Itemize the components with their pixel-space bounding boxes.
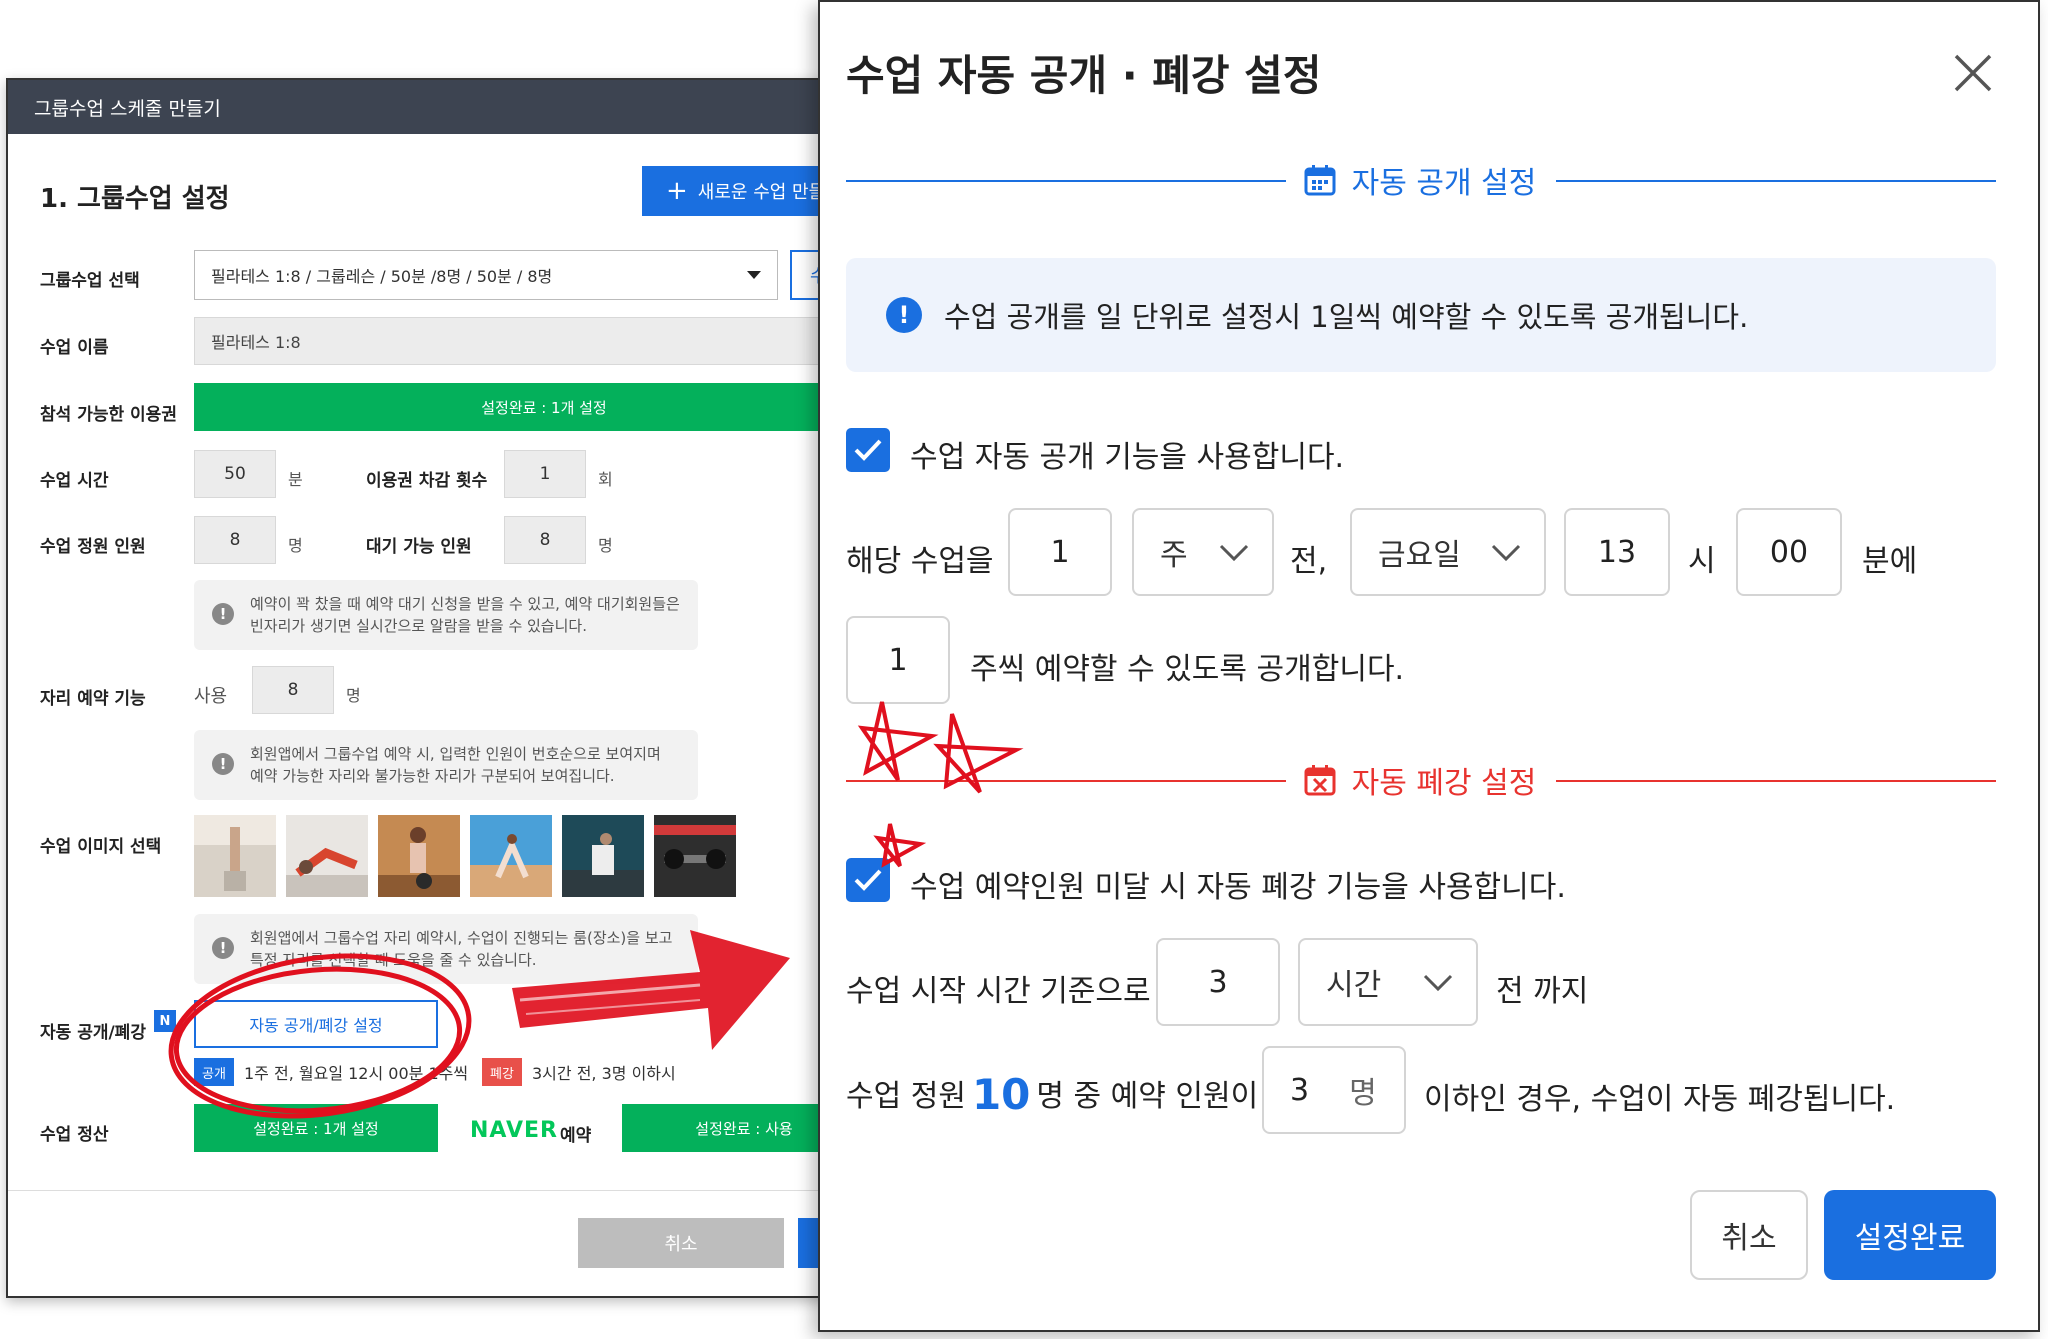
star-mark xyxy=(933,713,1024,794)
auto-open-close-button-label: 자동 공개/폐강 설정 xyxy=(249,1016,383,1035)
new-class-button[interactable]: + 새로운 수업 만들 xyxy=(642,166,842,216)
seat-label: 자리 예약 기능 xyxy=(40,689,146,709)
class-select-value: 필라테스 1:8 / 그룹레슨 / 50분 /8명 / 50분 / 8명 xyxy=(211,267,553,286)
seat-use-label: 사용 xyxy=(194,686,228,707)
info-icon: ! xyxy=(212,937,234,959)
section-title: 1. 그룹수업 설정 xyxy=(40,184,230,214)
waitlist-info-line: 예약이 꽉 찼을 때 예약 대기 신청을 받을 수 있고, 예약 대기회원들은 xyxy=(250,595,680,613)
seat-value: 8 xyxy=(287,680,299,700)
window-title: 그룹수업 스케줄 만들기 xyxy=(34,97,221,120)
waitlist-unit: 명 xyxy=(598,536,613,555)
pass-setting-bar[interactable]: 설정완료 : 1개 설정 xyxy=(194,383,894,431)
duration-value: 50 xyxy=(224,464,246,484)
info-icon: ! xyxy=(212,753,234,775)
auto-open-close-modal: 수업 자동 공개 · 폐강 설정 자동 공개 설정 ! 수업 공개를 일 단위로… xyxy=(818,0,2040,1332)
seat-info-line: 예약 가능한 자리와 불가능한 자리가 구분되어 보여집니다. xyxy=(250,767,615,785)
image-info: ! 회원앱에서 그룹수업 자리 예약시, 수업이 진행되는 룸(장소)을 보고 … xyxy=(194,914,698,984)
class-image-thumb-4[interactable] xyxy=(470,815,552,897)
pass-setting-value: 설정완료 : 1개 설정 xyxy=(481,398,607,417)
open-summary: 1주 전, 월요일 12시 00분 1주씩 xyxy=(244,1064,469,1083)
background-cancel-label: 취소 xyxy=(664,1234,698,1255)
deduct-value: 1 xyxy=(539,464,551,484)
capacity-input[interactable]: 8 xyxy=(194,516,276,564)
close-summary: 3시간 전, 3명 이하시 xyxy=(532,1064,676,1083)
class-name-value: 필라테스 1:8 xyxy=(211,333,301,352)
class-select[interactable]: 필라테스 1:8 / 그룹레슨 / 50분 /8명 / 50분 / 8명 xyxy=(194,250,778,300)
naver-logo: NAVER xyxy=(470,1118,558,1143)
seat-info: ! 회원앱에서 그룹수업 예약 시, 입력한 인원이 번호순으로 보여지며 예약… xyxy=(194,730,698,800)
deduct-unit: 회 xyxy=(598,470,613,489)
capacity-value: 8 xyxy=(229,530,241,550)
image-info-line: 특정 자리를 선택할 때 도움을 줄 수 있습니다. xyxy=(250,951,537,969)
duration-input[interactable]: 50 xyxy=(194,450,276,498)
seat-info-line: 회원앱에서 그룹수업 예약 시, 입력한 인원이 번호순으로 보여지며 xyxy=(250,745,661,763)
waitlist-info-line: 빈자리가 생기면 실시간으로 알람을 받을 수 있습니다. xyxy=(250,617,587,635)
class-image-thumb-3[interactable] xyxy=(378,815,460,897)
duration-label: 수업 시간 xyxy=(40,471,109,491)
naver-booking-label: 예약 xyxy=(560,1126,592,1146)
class-image-thumb-5[interactable] xyxy=(562,815,644,897)
caret-down-icon xyxy=(747,271,761,279)
settle-setting-bar[interactable]: 설정완료 : 1개 설정 xyxy=(194,1104,438,1152)
settle-label: 수업 정산 xyxy=(40,1125,109,1145)
seat-unit: 명 xyxy=(346,686,361,705)
settle-setting-value: 설정완료 : 1개 설정 xyxy=(253,1119,379,1138)
naver-setting-value: 설정완료 : 사용 xyxy=(695,1119,793,1138)
waitlist-input[interactable]: 8 xyxy=(504,516,586,564)
capacity-label: 수업 정원 인원 xyxy=(40,537,146,557)
class-select-label: 그룹수업 선택 xyxy=(40,271,140,291)
class-image-thumb-2[interactable] xyxy=(286,815,368,897)
class-name-field: 필라테스 1:8 xyxy=(194,317,894,365)
seat-input[interactable]: 8 xyxy=(252,666,334,714)
image-info-line: 회원앱에서 그룹수업 자리 예약시, 수업이 진행되는 룸(장소)을 보고 xyxy=(250,929,673,947)
duration-unit: 분 xyxy=(288,470,303,489)
class-image-thumb-6[interactable] xyxy=(654,815,736,897)
open-tag: 공개 xyxy=(194,1058,234,1086)
close-tag: 폐강 xyxy=(482,1058,522,1086)
new-class-button-label: 새로운 수업 만들 xyxy=(697,182,826,203)
class-name-label: 수업 이름 xyxy=(40,338,109,358)
star-mark xyxy=(857,701,939,782)
pass-label: 참석 가능한 이용권 xyxy=(40,405,177,425)
new-badge: N xyxy=(154,1010,176,1032)
waitlist-info: ! 예약이 꽉 찼을 때 예약 대기 신청을 받을 수 있고, 예약 대기회원들… xyxy=(194,580,698,650)
auto-open-close-button[interactable]: 자동 공개/폐강 설정 xyxy=(194,1000,438,1048)
background-cancel-button[interactable]: 취소 xyxy=(578,1218,784,1268)
plus-icon: + xyxy=(666,176,688,206)
capacity-unit: 명 xyxy=(288,536,303,555)
class-image-thumb-1[interactable] xyxy=(194,815,276,897)
star-mark xyxy=(873,823,927,868)
info-icon: ! xyxy=(212,603,234,625)
deduct-input[interactable]: 1 xyxy=(504,450,586,498)
waitlist-label: 대기 가능 인원 xyxy=(366,537,472,557)
annotation-stars xyxy=(857,701,1024,868)
deduct-label: 이용권 차감 횟수 xyxy=(366,471,488,491)
image-label: 수업 이미지 선택 xyxy=(40,837,162,857)
auto-label: 자동 공개/폐강 xyxy=(40,1023,146,1043)
waitlist-value: 8 xyxy=(539,530,551,550)
